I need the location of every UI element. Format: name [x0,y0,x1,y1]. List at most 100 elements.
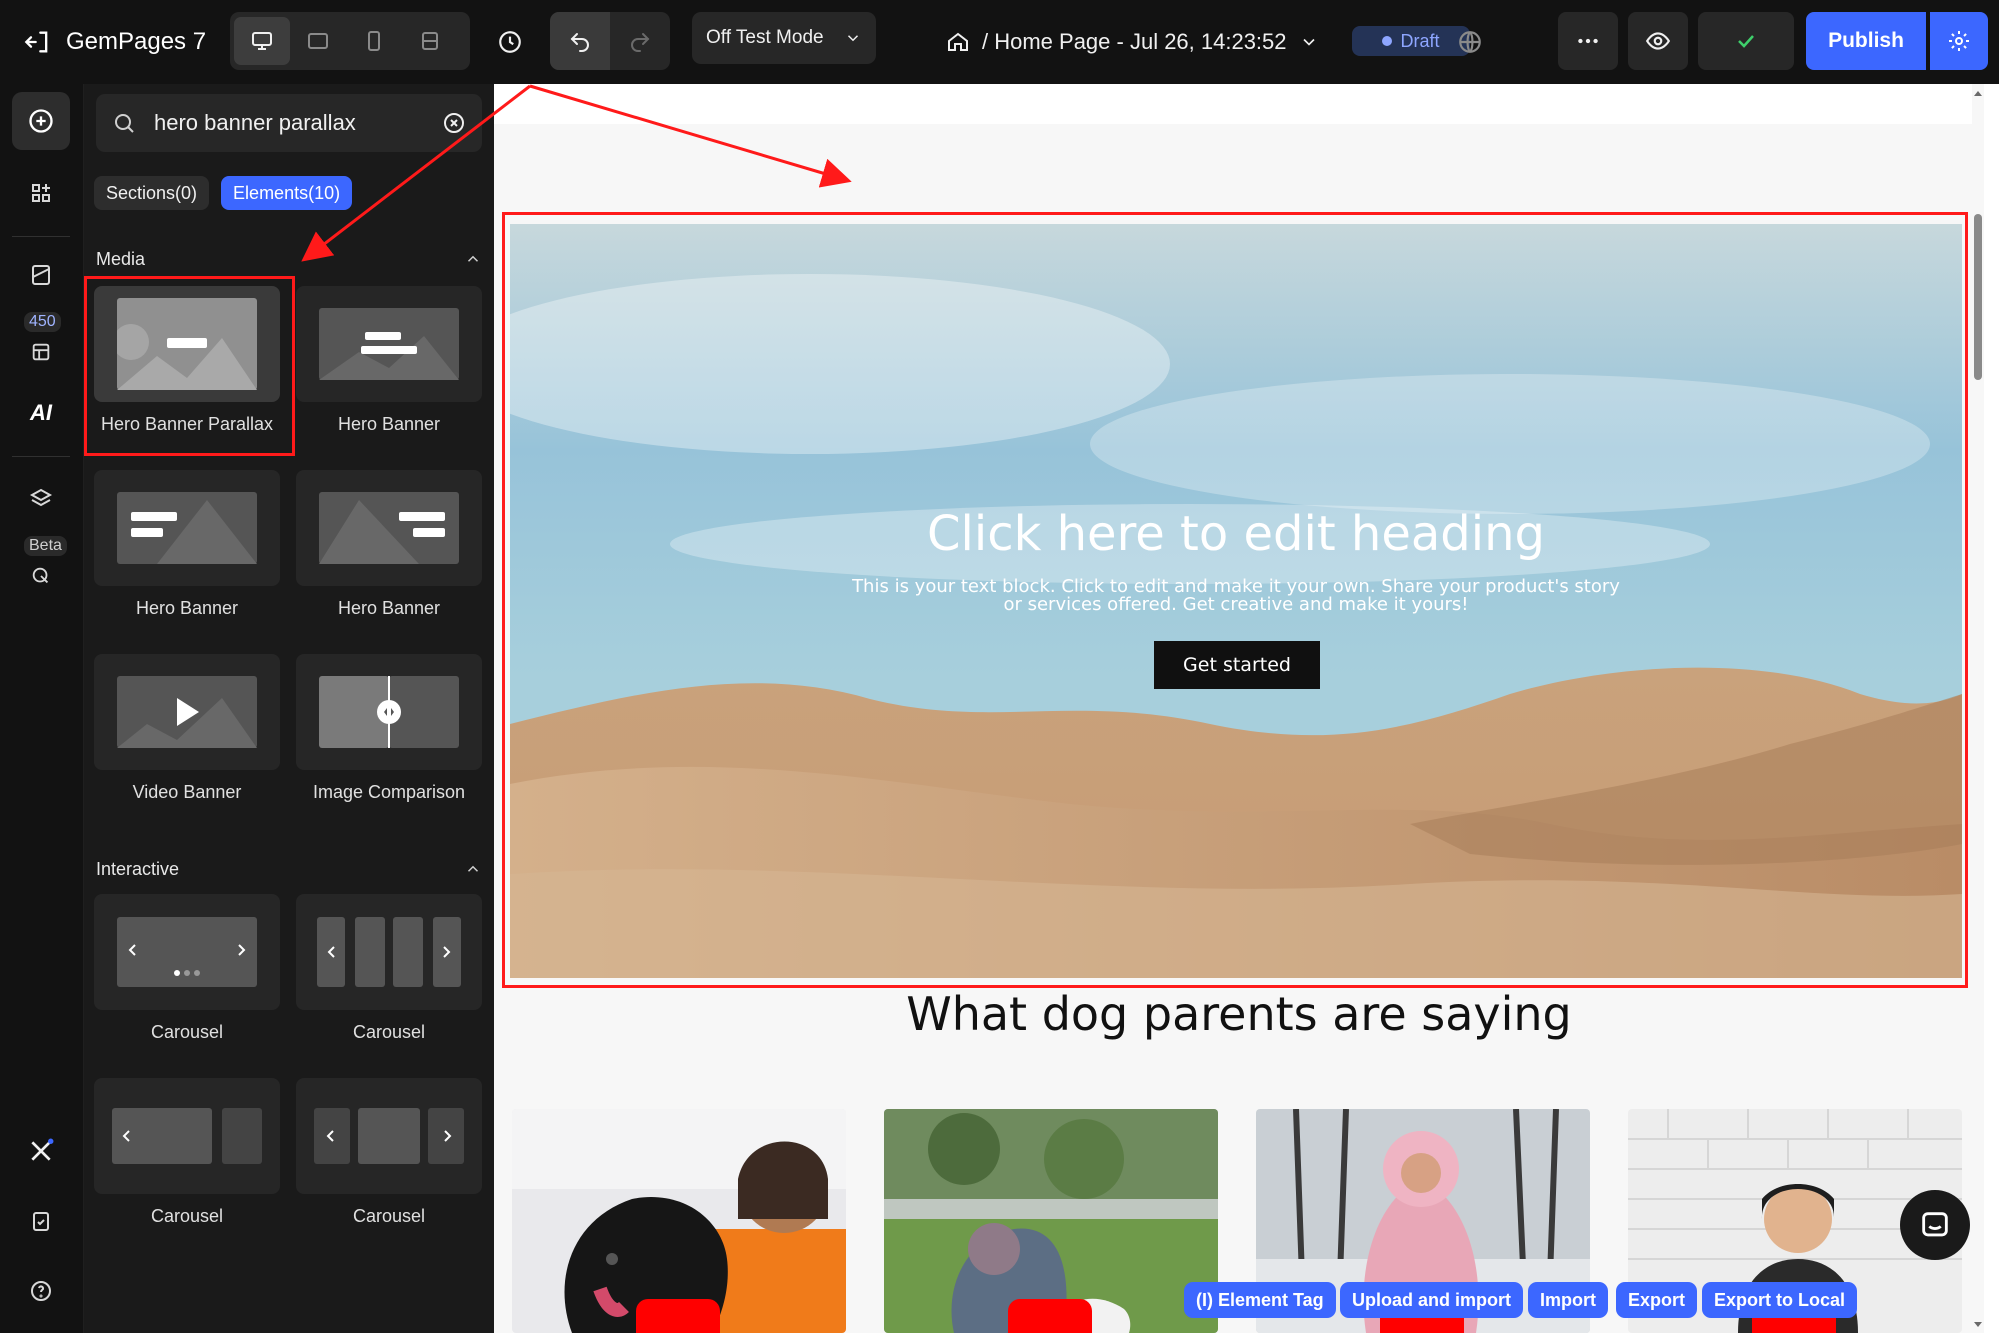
hero-banner-center-icon [319,308,459,380]
scroll-down-icon[interactable] [1972,1320,1984,1330]
canvas-top-strip [494,84,1972,124]
image-comparison-icon [319,676,459,748]
element-label: Carousel [150,1022,224,1042]
more-options-button[interactable] [1558,12,1618,70]
chevron-down-icon [847,35,859,42]
help-button[interactable] [12,1262,70,1320]
add-element-button[interactable] [12,92,70,150]
top-bar: GemPages 7 Off Test Mode / Home Page - J [0,0,1999,84]
publish-button[interactable]: Publish [1806,12,1926,70]
element-carousel-peek-both[interactable]: Carousel [296,1078,482,1226]
element-image-comparison[interactable]: Image Comparison [296,654,482,802]
element-video-banner[interactable]: Video Banner [94,654,280,802]
element-thumbnail [94,470,280,586]
cursor-target-icon [32,567,49,584]
plus-circle-icon [29,109,53,133]
check-icon [1738,35,1754,48]
app-logo[interactable]: GemPages 7 [24,22,206,62]
scrollbar-thumb[interactable] [1974,214,1982,380]
page-selector[interactable]: / Home Page - Jul 26, 14:23:52 [946,22,1319,62]
carousel-columns-icon [317,917,461,987]
youtube-play-icon[interactable] [1008,1299,1092,1333]
chevron-up-icon [467,865,479,872]
category-media-header[interactable]: Media [96,244,482,274]
element-hero-banner-left[interactable]: Hero Banner [94,470,280,618]
language-button[interactable] [1448,20,1492,64]
category-interactive-header[interactable]: Interactive [96,854,482,884]
element-label: Carousel [150,1206,224,1226]
device-mobile-button[interactable] [346,17,402,65]
search-input[interactable]: hero banner parallax [154,110,442,136]
home-icon [948,32,968,51]
category-label: Media [96,248,146,269]
rail-divider [12,456,70,457]
testimonials-heading[interactable]: What dog parents are saying [494,987,1984,1041]
history-button[interactable] [488,20,532,64]
canvas-scrollbar[interactable] [1972,84,1984,1333]
gear-icon [1949,31,1969,51]
element-label: Video Banner [132,782,242,802]
carousel-peek-both-icon [314,1108,464,1164]
inspector-button[interactable] [12,544,70,594]
clear-search-icon[interactable] [442,111,466,135]
video-card[interactable] [512,1109,846,1333]
help-icon [31,1281,51,1301]
undo-button[interactable] [550,12,610,70]
element-label: Image Comparison [312,782,466,802]
video-card[interactable] [884,1109,1218,1333]
carousel-dots-icon [117,917,257,987]
chat-icon [1922,1212,1948,1237]
element-hero-banner[interactable]: Hero Banner [296,286,482,434]
chevron-down-icon [1302,38,1315,46]
video-banner-icon [117,676,257,748]
export-to-local-button[interactable]: Export to Local [1702,1282,1858,1318]
highlight-box-element [84,276,295,456]
element-tag-button[interactable]: (I) Element Tag [1184,1282,1336,1318]
checklist-button[interactable] [12,1192,70,1250]
device-fullscreen-button[interactable] [402,17,458,65]
element-carousel-dots[interactable]: Carousel [94,894,280,1042]
tablet-icon [308,33,328,49]
device-tablet-button[interactable] [290,17,346,65]
scroll-up-icon[interactable] [1972,88,1984,98]
test-mode-dropdown[interactable]: Off Test Mode [692,12,876,64]
publish-settings-button[interactable] [1930,12,1988,70]
element-thumbnail [94,1078,280,1194]
element-label: Carousel [352,1022,426,1042]
element-label: Carousel [352,1206,426,1226]
tab-elements[interactable]: Elements(10) [221,176,353,210]
export-button[interactable]: Export [1616,1282,1698,1318]
hero-banner-left-icon [117,492,257,564]
chat-launcher-button[interactable] [1900,1190,1970,1260]
element-carousel-columns[interactable]: Carousel [296,894,482,1042]
apps-button[interactable] [12,164,70,222]
editor-canvas[interactable]: Click here to edit heading This is your … [494,84,1984,1333]
templates-button[interactable] [12,320,70,370]
tab-sections[interactable]: Sections(0) [94,176,210,210]
template-icon [32,343,50,361]
search-bar[interactable]: hero banner parallax [96,94,482,152]
ai-button[interactable]: AI [12,384,70,442]
history-clock-icon [499,31,521,53]
page-library-button[interactable] [12,246,70,304]
search-icon [115,114,134,133]
left-rail: 450 AI Beta [0,84,84,1333]
status-badge-label: Draft [1400,30,1440,51]
element-panel: hero banner parallax Sections(0) Element… [84,84,494,1333]
redo-button[interactable] [610,12,670,70]
layers-button[interactable] [12,470,70,528]
import-button[interactable]: Import [1528,1282,1608,1318]
element-hero-banner-right[interactable]: Hero Banner [296,470,482,618]
clipboard-check-icon [33,1212,49,1231]
x-integration-button[interactable] [12,1122,70,1180]
save-button[interactable] [1698,12,1794,70]
preview-button[interactable] [1628,12,1688,70]
device-desktop-button[interactable] [234,17,290,65]
layers-icon [29,488,53,507]
element-carousel-peek-left[interactable]: Carousel [94,1078,280,1226]
redo-icon [631,33,650,52]
youtube-play-icon[interactable] [636,1299,720,1333]
element-thumbnail [296,894,482,1010]
element-thumbnail [94,654,280,770]
upload-and-import-button[interactable]: Upload and import [1340,1282,1523,1318]
